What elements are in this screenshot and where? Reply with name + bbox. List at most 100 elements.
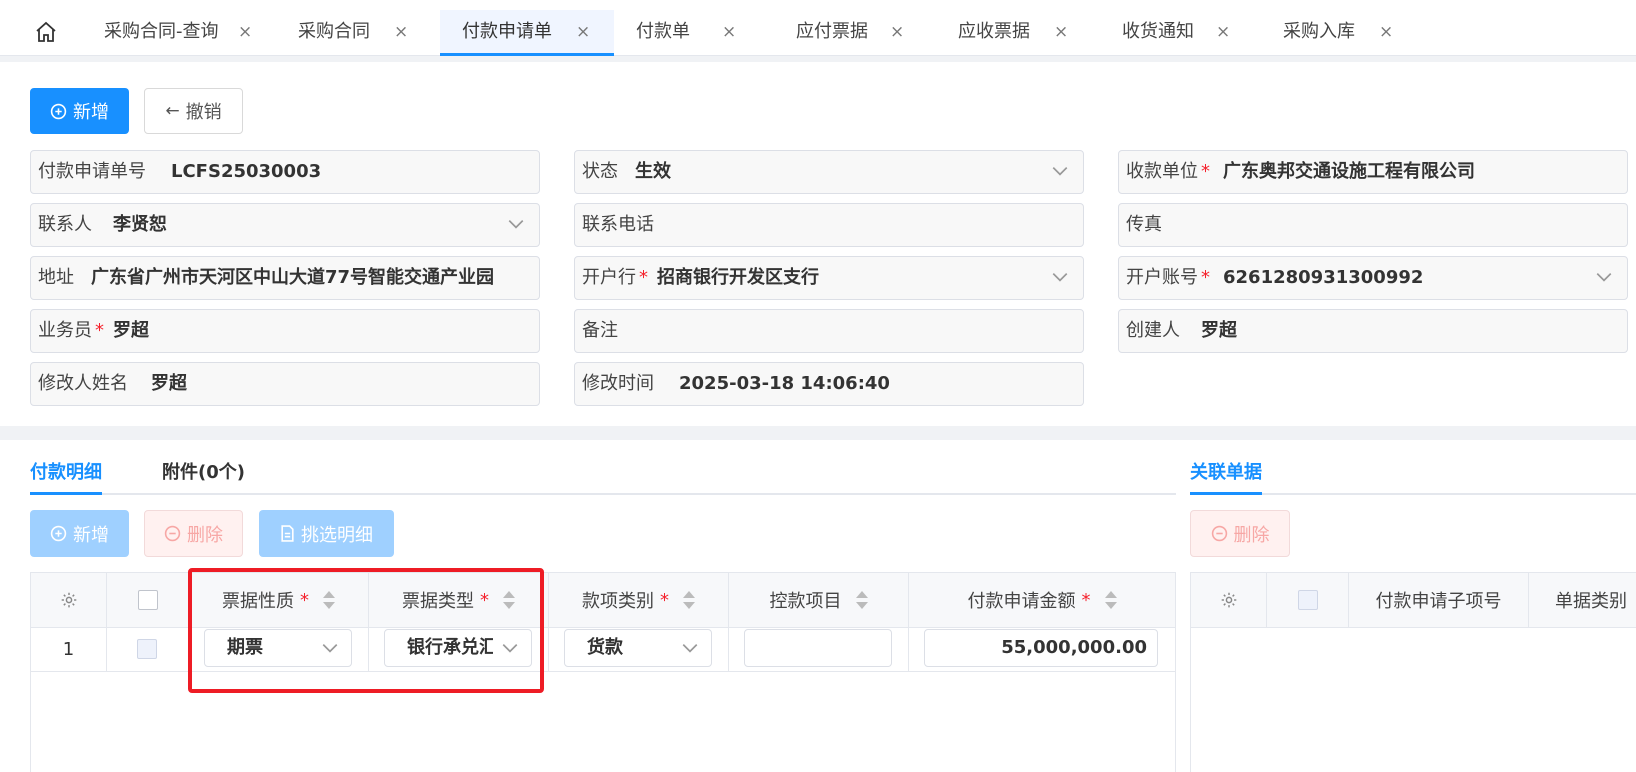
minus-circle-icon (164, 525, 181, 542)
field-value: 广东奥邦交通设施工程有限公司 (1223, 161, 1475, 182)
tab-label: 付款单 (636, 21, 690, 42)
tab-label: 应收票据 (958, 21, 1030, 42)
tab-label: 采购合同-查询 (104, 21, 219, 42)
phone-field[interactable]: 联系电话 (574, 203, 1084, 247)
field-label: 创建人 (1126, 320, 1180, 341)
contact-select[interactable]: 联系人 李贤恕 (30, 203, 540, 247)
field-label: 修改时间 (582, 373, 654, 394)
close-icon[interactable]: × (1216, 10, 1230, 54)
grid-settings[interactable] (31, 573, 107, 627)
tab-purchase-contract[interactable]: 采购合同 × (282, 10, 422, 56)
creator-field[interactable]: 创建人 罗超 (1118, 309, 1628, 353)
row-checkbox[interactable] (137, 639, 157, 659)
column-label: 付款申请子项号 (1375, 591, 1502, 612)
close-icon[interactable]: × (238, 10, 252, 54)
modified-time-field[interactable]: 修改时间 2025-03-18 14:06:40 (574, 362, 1084, 406)
undo-button[interactable]: ← 撤销 (144, 88, 243, 134)
tab-receipt-notice[interactable]: 收货通知 × (1104, 10, 1234, 56)
column-payment-category[interactable]: 款项类别 * (549, 573, 729, 627)
required-mark: * (1081, 589, 1091, 611)
tab-notes-receivable[interactable]: 应收票据 × (940, 10, 1070, 56)
select-value: 货款 (587, 637, 623, 658)
sort-icon[interactable] (1104, 590, 1117, 610)
row-select-cell[interactable] (107, 628, 189, 671)
related-grid-body (1190, 628, 1636, 772)
input-value: 55,000,000.00 (1001, 637, 1147, 658)
chevron-down-icon (1596, 273, 1612, 282)
close-icon[interactable]: × (1379, 10, 1393, 54)
field-value: 广东省广州市天河区中山大道77号智能交通产业园 (91, 267, 495, 288)
chevron-down-icon (682, 644, 698, 653)
tab-payment-detail[interactable]: 付款明细 (30, 458, 102, 484)
status-select[interactable]: 状态 生效 (574, 150, 1084, 194)
account-select[interactable]: 开户账号 * 6261280931300992 (1118, 256, 1628, 300)
button-label: 删除 (1233, 524, 1270, 546)
field-value: LCFS25030003 (171, 161, 322, 182)
field-label: 修改人姓名 (38, 373, 128, 394)
field-value: 招商银行开发区支行 (657, 267, 819, 288)
address-field[interactable]: 地址 广东省广州市天河区中山大道77号智能交通产业园 (30, 256, 540, 300)
tab-bar: 采购合同-查询 × 采购合同 × 付款申请单 × 付款单 × 应付票据 × 应收… (0, 0, 1636, 56)
required-mark: * (660, 589, 669, 611)
field-label: 开户账号 * (1126, 267, 1210, 288)
field-label: 状态 (582, 161, 618, 182)
close-icon[interactable]: × (394, 10, 408, 54)
tab-purchase-inbound[interactable]: 采购入库 × (1266, 10, 1396, 56)
tab-purchase-contract-query[interactable]: 采购合同-查询 × (82, 10, 268, 56)
related-delete-button[interactable]: 删除 (1190, 510, 1290, 557)
home-icon[interactable] (34, 20, 58, 44)
detail-add-button[interactable]: 新增 (30, 510, 129, 557)
field-label: 传真 (1126, 214, 1162, 235)
tab-attachments[interactable]: 附件(0个) (162, 458, 245, 484)
tab-label: 收货通知 (1122, 21, 1194, 42)
field-value: 罗超 (151, 373, 187, 394)
column-amount[interactable]: 付款申请金额 * (909, 573, 1175, 627)
select-all-checkbox[interactable] (1297, 590, 1318, 610)
tab-notes-payable[interactable]: 应付票据 × (780, 10, 910, 56)
field-label: 业务员 * (38, 320, 104, 341)
close-icon[interactable]: × (1054, 10, 1068, 54)
sort-icon[interactable] (683, 590, 695, 610)
tab-divider (30, 493, 1176, 495)
related-select-all-cell[interactable] (1267, 573, 1349, 627)
column-sub-item[interactable]: 付款申请子项号 (1349, 573, 1529, 627)
minus-circle-icon (1211, 525, 1227, 542)
payment-category-select[interactable]: 货款 (564, 629, 712, 667)
salesman-field[interactable]: 业务员 * 罗超 (30, 309, 540, 353)
payee-field[interactable]: 收款单位 * 广东奥邦交通设施工程有限公司 (1118, 150, 1628, 194)
select-all-cell[interactable] (107, 573, 189, 627)
sort-icon[interactable] (855, 590, 868, 610)
column-label: 付款申请金额 (967, 591, 1076, 612)
column-control-item[interactable]: 控款项目 (729, 573, 909, 627)
close-icon[interactable]: × (890, 10, 904, 54)
select-all-checkbox[interactable] (137, 590, 158, 610)
tab-label: 应付票据 (796, 21, 868, 42)
related-grid-settings[interactable] (1191, 573, 1267, 627)
undo-button-label: 撤销 (185, 102, 222, 123)
chevron-down-icon (1052, 167, 1068, 176)
amount-input[interactable]: 55,000,000.00 (924, 629, 1158, 667)
remark-field[interactable]: 备注 (574, 309, 1084, 353)
chevron-down-icon (508, 220, 524, 229)
request-number-field[interactable]: 付款申请单号 LCFS25030003 (30, 150, 540, 194)
close-icon[interactable]: × (722, 10, 736, 54)
add-button[interactable]: 新增 (30, 88, 129, 134)
control-item-input[interactable] (744, 629, 892, 667)
pick-detail-button[interactable]: 挑选明细 (259, 510, 394, 557)
detail-delete-button[interactable]: 删除 (144, 510, 243, 557)
tab-payment-request[interactable]: 付款申请单 × (440, 10, 614, 56)
modifier-field[interactable]: 修改人姓名 罗超 (30, 362, 540, 406)
tab-related-docs[interactable]: 关联单据 (1190, 458, 1262, 484)
active-tab-indicator (1190, 492, 1262, 495)
bank-select[interactable]: 开户行 * 招商银行开发区支行 (574, 256, 1084, 300)
field-label: 联系人 (38, 214, 92, 235)
field-value: 2025-03-18 14:06:40 (679, 373, 890, 394)
chevron-down-icon (1052, 273, 1068, 282)
fax-field[interactable]: 传真 (1118, 203, 1628, 247)
tab-label: 付款申请单 (462, 21, 552, 42)
gear-icon (1221, 592, 1236, 608)
column-doc-type[interactable]: 单据类别 (1529, 573, 1636, 627)
tab-payment[interactable]: 付款单 × (620, 10, 744, 56)
close-icon[interactable]: × (576, 10, 590, 54)
button-label: 删除 (187, 524, 223, 546)
